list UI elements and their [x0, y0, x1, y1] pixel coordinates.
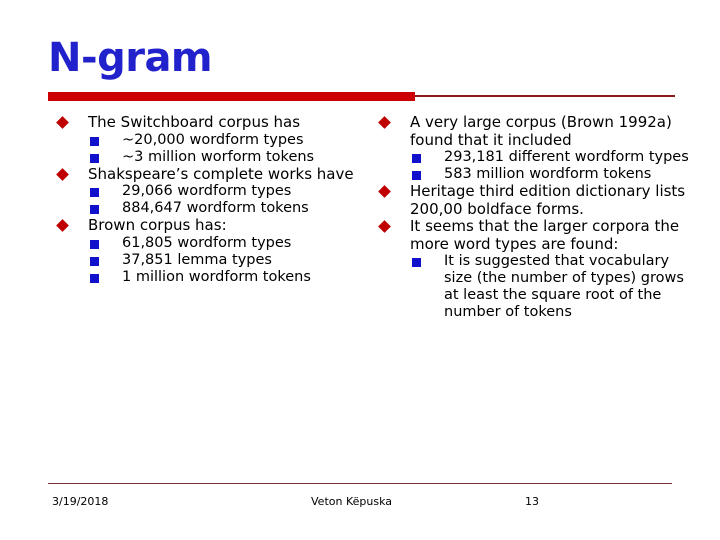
blue-square-bullet-icon [90, 205, 99, 214]
bullet-item: It seems that the larger corpora the mor… [374, 217, 692, 253]
sub-bullet-list: It is suggested that vocabulary size (th… [374, 253, 692, 321]
sub-bullet-text: 29,066 wordform types [122, 183, 292, 199]
sub-bullet-item: 37,851 lemma types [52, 252, 362, 269]
footer-page-number: 13 [525, 495, 539, 508]
bullet-text: It seems that the larger corpora the mor… [410, 217, 680, 253]
sub-bullet-item: ~20,000 wordform types [52, 132, 362, 149]
sub-bullet-item: 884,647 wordform tokens [52, 200, 362, 217]
sub-bullet-item: 29,066 wordform types [52, 183, 362, 200]
blue-square-bullet-icon [412, 154, 421, 163]
sub-bullet-list: 293,181 different wordform types 583 mil… [374, 149, 692, 183]
title-accent-bar [48, 92, 415, 101]
bullet-list-left: The Switchboard corpus has ~20,000 wordf… [52, 113, 362, 286]
sub-bullet-item: ~3 million worform tokens [52, 149, 362, 166]
bullet-item: The Switchboard corpus has [52, 113, 362, 132]
sub-bullet-list: 29,066 wordform types 884,647 wordform t… [52, 183, 362, 217]
content-column-left: The Switchboard corpus has ~20,000 wordf… [52, 113, 362, 286]
blue-square-bullet-icon [412, 258, 421, 267]
bullet-text: Brown corpus has: [88, 216, 227, 234]
footer-author: Veton Këpuska [311, 495, 392, 508]
bullet-item: Shakspeare’s complete works have [52, 164, 362, 184]
bullet-item: Brown corpus has: [52, 216, 362, 235]
bullet-text: A very large corpus (Brown 1992a) found … [410, 113, 672, 149]
bullet-text: Heritage third edition dictionary lists … [410, 182, 686, 218]
red-diamond-bullet-icon [378, 185, 391, 198]
red-diamond-bullet-icon [56, 116, 69, 129]
sub-bullet-text: 37,851 lemma types [122, 251, 272, 268]
title-accent-rule [415, 95, 675, 97]
footer-date: 3/19/2018 [52, 495, 109, 508]
blue-square-bullet-icon [90, 153, 99, 163]
blue-square-bullet-icon [90, 188, 99, 197]
sub-bullet-item: 293,181 different wordform types [374, 149, 692, 166]
sub-bullet-item: 583 million wordform tokens [374, 166, 692, 183]
blue-square-bullet-icon [90, 239, 99, 249]
blue-square-bullet-icon [90, 273, 99, 283]
footer-divider [48, 483, 672, 484]
sub-bullet-item: 61,805 wordform types [52, 235, 362, 252]
sub-bullet-text: 583 million wordform tokens [444, 166, 652, 182]
red-diamond-bullet-icon [56, 219, 69, 232]
sub-bullet-list: ~20,000 wordform types ~3 million worfor… [52, 132, 362, 166]
bullet-item: A very large corpus (Brown 1992a) found … [374, 113, 692, 149]
sub-bullet-text: 1 million wordform tokens [122, 268, 311, 285]
sub-bullet-text: 884,647 wordform tokens [122, 200, 309, 216]
sub-bullet-item: It is suggested that vocabulary size (th… [374, 253, 692, 321]
sub-bullet-item: 1 million wordform tokens [52, 269, 362, 286]
sub-bullet-text: It is suggested that vocabulary size (th… [444, 253, 684, 320]
bullet-text: The Switchboard corpus has [88, 113, 301, 131]
slide: N-gram The Switchboard corpus has ~20,00… [0, 0, 720, 540]
blue-square-bullet-icon [90, 256, 99, 266]
sub-bullet-text: 61,805 wordform types [122, 234, 292, 251]
sub-bullet-list: 61,805 wordform types 37,851 lemma types… [52, 235, 362, 286]
blue-square-bullet-icon [412, 171, 421, 180]
sub-bullet-text: ~20,000 wordform types [122, 131, 304, 148]
sub-bullet-text: 293,181 different wordform types [444, 149, 689, 165]
red-diamond-bullet-icon [378, 220, 391, 233]
red-diamond-bullet-icon [378, 116, 391, 129]
red-diamond-bullet-icon [56, 167, 69, 181]
bullet-list-right: A very large corpus (Brown 1992a) found … [374, 113, 692, 321]
sub-bullet-text: ~3 million worform tokens [122, 148, 315, 165]
page-title: N-gram [48, 35, 213, 81]
bullet-item: Heritage third edition dictionary lists … [374, 182, 692, 218]
blue-square-bullet-icon [90, 136, 99, 146]
content-column-right: A very large corpus (Brown 1992a) found … [374, 113, 692, 321]
bullet-text: Shakspeare’s complete works have [88, 164, 354, 183]
